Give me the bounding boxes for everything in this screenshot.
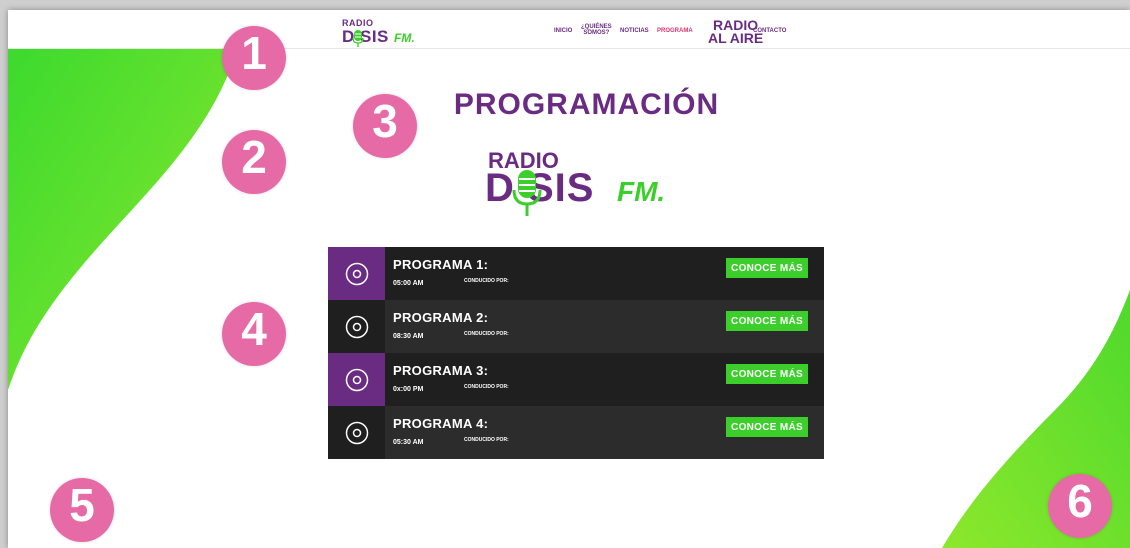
schedule-list: PROGRAMA 1: 05:00 AM CONDUCIDO POR: CONO… [328,247,824,460]
nav-contacto[interactable]: CONTACTO [753,28,786,34]
page-frame: RADIO D SIS FM. INICIO ¿QUIÉNES SOMOS? N… [8,10,1130,548]
badge-number: 5 [69,479,95,531]
program-name: PROGRAMA 4: [393,416,489,431]
conoce-mas-button[interactable]: CONOCE MÁS [726,364,808,384]
program-host-label: CONDUCIDO POR: [464,437,509,443]
logo-fm-text: FM. [394,31,415,45]
schedule-row: PROGRAMA 1: 05:00 AM CONDUCIDO POR: CONO… [328,247,824,300]
hero-logo: RADIO D SIS FM. [482,148,682,218]
badge-number: 6 [1067,475,1093,527]
annotation-badge-2: 2 [222,130,286,194]
disc-icon-cell [328,300,385,353]
nav-noticias[interactable]: NOTICIAS [620,28,649,34]
badge-number: 3 [372,95,398,147]
program-name: PROGRAMA 2: [393,310,489,325]
nav-inicio[interactable]: INICIO [554,28,572,34]
annotation-badge-1: 1 [222,26,286,90]
hero-logo-fm: FM. [617,176,666,207]
microphone-icon [512,170,542,216]
microphone-icon [352,30,364,47]
disc-icon [345,368,368,391]
disc-icon-cell [328,406,385,459]
badge-number: 1 [241,27,267,79]
program-host-label: CONDUCIDO POR: [464,331,509,337]
badge-number: 2 [241,131,267,183]
site-logo[interactable]: RADIO D SIS FM. [342,18,432,48]
conoce-mas-button[interactable]: CONOCE MÁS [726,258,808,278]
page-title: PROGRAMACIÓN [453,88,720,121]
logo-dosis-text: D SIS [342,27,389,46]
annotation-badge-5: 5 [50,478,114,542]
badge-number: 4 [241,303,267,355]
disc-icon [345,262,368,285]
top-navbar: RADIO D SIS FM. INICIO ¿QUIÉNES SOMOS? N… [8,10,1130,49]
schedule-row: PROGRAMA 3: 0x:00 PM CONDUCIDO POR: CONO… [328,353,824,406]
program-name: PROGRAMA 1: [393,257,489,272]
annotation-badge-4: 4 [222,302,286,366]
disc-icon-cell [328,353,385,406]
disc-icon [345,315,368,338]
conoce-mas-button[interactable]: CONOCE MÁS [726,311,808,331]
nav-quienes-line2: SOMOS? [583,30,610,36]
annotation-badge-6: 6 [1048,474,1112,538]
program-name: PROGRAMA 3: [393,363,489,378]
program-host-label: CONDUCIDO POR: [464,278,509,284]
disc-icon-cell [328,247,385,300]
disc-icon [345,421,368,444]
conoce-mas-button[interactable]: CONOCE MÁS [726,417,808,437]
program-time: 05:00 AM [393,280,424,287]
program-time: 0x:00 PM [393,386,424,393]
program-time: 08:30 AM [393,333,424,340]
nav-quienes-somos[interactable]: ¿QUIÉNES SOMOS? [581,24,612,36]
schedule-row: PROGRAMA 2: 08:30 AM CONDUCIDO POR: CONO… [328,300,824,353]
annotation-badge-3: 3 [353,94,417,158]
program-time: 05:30 AM [393,439,424,446]
schedule-row: PROGRAMA 4: 05:30 AM CONDUCIDO POR: CONO… [328,406,824,459]
program-host-label: CONDUCIDO POR: [464,384,509,390]
nav-programa[interactable]: PROGRAMA [657,28,693,34]
